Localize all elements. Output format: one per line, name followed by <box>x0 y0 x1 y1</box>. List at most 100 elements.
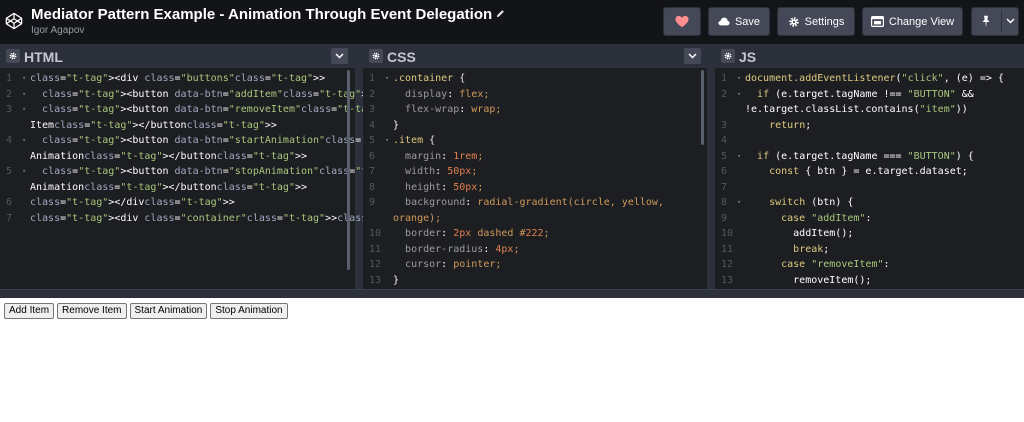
fold-arrow-icon[interactable]: ▾ <box>22 133 26 149</box>
code-line: 10 border: 2px dashed #222; <box>363 226 707 242</box>
fold-arrow-icon[interactable]: ▾ <box>22 102 26 118</box>
editor-resize-handle[interactable] <box>0 289 1024 298</box>
pin-icon[interactable] <box>980 15 992 28</box>
fold-arrow-icon[interactable]: ▾ <box>737 149 741 165</box>
code-text: Itemclass="t-tag"></buttonclass="t-tag">… <box>30 119 277 131</box>
pen-title-area: Mediator Pattern Example - Animation Thr… <box>31 6 505 36</box>
js-editor-panel: JS 1 ▾ document.addEventListener("click", … <box>715 44 1024 289</box>
remove-item-button[interactable]: Remove Item <box>57 303 127 319</box>
css-panel-title: CSS <box>387 49 416 65</box>
code-line: orange); <box>363 211 707 227</box>
change-view-button[interactable]: Change View <box>862 7 963 36</box>
line-number: 13 <box>369 274 382 286</box>
code-line: 6 class="t-tag"></divclass="t-tag">> <box>0 195 355 211</box>
code-line: 12 cursor: pointer; <box>363 257 707 273</box>
fold-arrow-icon[interactable]: ▾ <box>22 164 26 180</box>
code-line: 7 class="t-tag"><div class="container"cla… <box>0 211 542 227</box>
pen-author[interactable]: Igor Agapov <box>31 25 505 36</box>
line-number: 12 <box>369 259 382 270</box>
code-line: 11 border-radius: 4px; <box>363 242 707 258</box>
pencil-edit-icon[interactable] <box>496 9 505 18</box>
top-bar: Mediator Pattern Example - Animation Thr… <box>0 0 1024 44</box>
codepen-logo-icon[interactable] <box>5 12 23 30</box>
cloud-icon <box>718 17 730 26</box>
fold-arrow-icon[interactable]: ▾ <box>385 133 389 149</box>
like-button[interactable] <box>663 7 701 36</box>
code-line: 12 case "removeItem": <box>715 257 1024 273</box>
html-panel-title: HTML <box>24 49 63 65</box>
code-text: removeItem(); <box>745 274 872 286</box>
line-number: 10 <box>721 228 734 239</box>
fold-arrow-icon[interactable]: ▾ <box>737 71 741 87</box>
pin-menu-button[interactable] <box>971 7 1019 36</box>
html-collapse-chevron-down-icon[interactable] <box>331 48 348 64</box>
fold-arrow-icon[interactable]: ▾ <box>385 71 389 87</box>
line-number: 8 <box>369 181 376 193</box>
code-line: 11 break; <box>715 242 1024 258</box>
code-line: 8 height: 50px; <box>363 180 707 196</box>
html-editor-panel: HTML 1 ▾ class="t-tag"><div class="buttons… <box>0 44 644 289</box>
css-code-area[interactable]: 1 ▾ .container {2 display: flex; 3 flex-wra… <box>363 70 707 289</box>
css-settings-icon[interactable] <box>369 49 383 63</box>
code-text: background: radial-gradient(circle, yell… <box>405 197 664 208</box>
code-text: } <box>393 119 400 131</box>
settings-button[interactable]: Settings <box>777 7 855 36</box>
line-number: 7 <box>369 166 376 177</box>
code-text: margin: 1rem; <box>405 150 484 162</box>
code-text: height: 50px; <box>405 181 484 193</box>
result-buttons: Add Item Remove Item Start Animation Sto… <box>4 303 288 319</box>
html-scrollbar[interactable] <box>347 70 350 270</box>
code-line: 3 ▾ class="t-tag"><button data-btn="remov… <box>0 102 427 118</box>
fold-arrow-icon[interactable]: ▾ <box>737 87 741 103</box>
code-line: 1 ▾ document.addEventListener("click", (e)… <box>715 71 1024 87</box>
code-line: 2 display: flex; <box>363 87 707 103</box>
js-code-area[interactable]: 1 ▾ document.addEventListener("click", (e)… <box>715 70 1024 289</box>
fold-arrow-icon[interactable]: ▾ <box>22 87 26 103</box>
code-text: width: 50px; <box>405 166 478 177</box>
add-item-button[interactable]: Add Item <box>4 303 55 319</box>
code-line: 4 ▾ class="t-tag"><button data-btn="start… <box>0 133 446 149</box>
code-line: 5 ▾ if (e.target.tagName === "BUTTON") { <box>715 149 1024 165</box>
code-text: .item { <box>393 135 436 146</box>
html-settings-icon[interactable] <box>6 49 20 63</box>
line-number: 6 <box>6 197 13 208</box>
line-number: 10 <box>369 228 382 239</box>
line-number: 2 <box>369 88 376 100</box>
stop-animation-button[interactable]: Stop Animation <box>210 303 288 319</box>
line-number: 11 <box>369 243 382 255</box>
heart-icon <box>675 15 689 28</box>
chevron-down-icon[interactable] <box>1006 18 1015 24</box>
fold-arrow-icon[interactable]: ▾ <box>22 71 26 87</box>
code-text: flex-wrap: wrap; <box>405 104 502 115</box>
js-panel-title: JS <box>739 49 757 65</box>
fold-arrow-icon[interactable]: ▾ <box>737 195 741 211</box>
save-button[interactable]: Save <box>708 7 770 36</box>
result-preview: Add Item Remove Item Start Animation Sto… <box>0 298 1024 422</box>
code-line: 9 background: radial-gradient(circle, ye… <box>363 195 707 211</box>
code-line: 7 <box>715 180 1024 196</box>
pen-title[interactable]: Mediator Pattern Example - Animation Thr… <box>31 6 505 23</box>
line-number: 12 <box>721 259 734 270</box>
html-code-area[interactable]: 1 ▾ class="t-tag"><div class="buttons"clas… <box>0 70 644 289</box>
code-text: } <box>393 274 400 286</box>
code-text: return; <box>769 119 812 131</box>
code-line: 13} <box>363 273 707 289</box>
code-text: border: 2px dashed #222; <box>405 228 550 239</box>
code-text: if (e.target.tagName !== "BUTTON" && <box>757 88 974 100</box>
css-collapse-chevron-down-icon[interactable] <box>684 48 701 64</box>
code-text: if (e.target.tagName === "BUTTON") { <box>757 150 974 162</box>
line-number: 9 <box>369 197 376 208</box>
code-text: orange); <box>393 212 442 224</box>
code-text: border-radius: 4px; <box>405 243 520 255</box>
code-line: !e.target.classList.contains("item")) <box>715 102 1024 118</box>
css-scrollbar[interactable] <box>701 70 704 145</box>
code-text: document.addEventListener("click", (e) =… <box>745 73 1004 84</box>
css-editor-panel: CSS 1 ▾ .container {2 display: flex; 3 flex… <box>363 44 707 289</box>
code-text: display: flex; <box>405 88 490 100</box>
code-line: 3 return; <box>715 118 1024 134</box>
line-number: 3 <box>369 104 376 115</box>
start-animation-button[interactable]: Start Animation <box>129 303 208 319</box>
js-settings-icon[interactable] <box>721 49 735 63</box>
code-line: 4} <box>363 118 707 134</box>
pin-divider <box>1001 11 1002 32</box>
